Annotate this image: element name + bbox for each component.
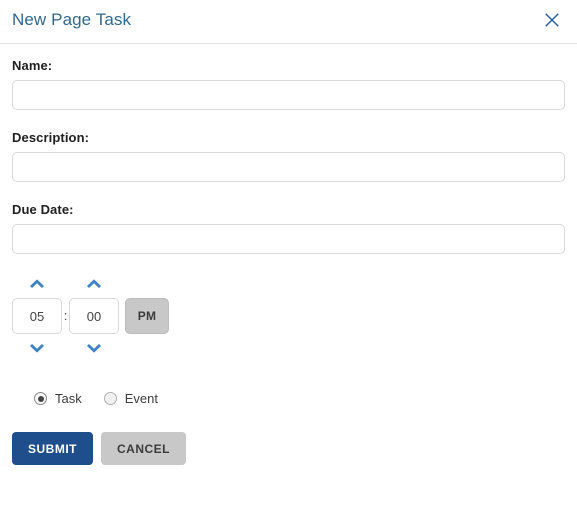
time-separator: : xyxy=(63,308,68,323)
radio-label-task: Task xyxy=(55,391,82,406)
close-x-icon xyxy=(542,10,562,30)
name-label: Name: xyxy=(12,58,53,73)
radio-unselected-icon xyxy=(103,392,117,405)
description-input[interactable] xyxy=(12,152,565,182)
radio-selected-icon xyxy=(34,392,47,405)
time-increment-row xyxy=(12,271,565,295)
task-type-radio-group: Task Event xyxy=(12,391,565,406)
hour-input[interactable] xyxy=(12,298,62,334)
minute-decrement-button[interactable] xyxy=(82,338,106,360)
close-button[interactable] xyxy=(539,7,565,33)
dialog-body: Name: Description: Due Date: 05: 00 PM … xyxy=(0,44,577,465)
due-date-input[interactable] xyxy=(12,224,565,254)
chevron-down-icon xyxy=(28,343,46,355)
minute-increment-button[interactable] xyxy=(82,272,106,294)
description-label: Description: xyxy=(12,130,90,145)
time-value-row: : PM xyxy=(12,298,565,334)
new-page-task-dialog: New Page Task Name: Description: Due Dat… xyxy=(0,0,577,511)
dialog-header: New Page Task xyxy=(0,0,577,44)
radio-option-event[interactable]: Event xyxy=(103,391,158,406)
radio-label-event: Event xyxy=(124,391,158,406)
page-title: New Page Task xyxy=(12,10,132,29)
cancel-button[interactable]: CANCEL xyxy=(101,432,186,465)
chevron-up-icon xyxy=(85,277,103,289)
minute-input[interactable] xyxy=(69,298,119,334)
meridiem-toggle-button[interactable]: PM xyxy=(125,298,169,334)
hour-decrement-button[interactable] xyxy=(25,338,49,360)
radio-option-task[interactable]: Task xyxy=(34,391,82,406)
name-input[interactable] xyxy=(12,80,565,110)
time-decrement-row xyxy=(12,337,565,361)
hour-increment-button[interactable] xyxy=(25,272,49,294)
chevron-down-icon xyxy=(85,343,103,355)
time-picker: : PM xyxy=(12,271,565,363)
chevron-up-icon xyxy=(28,277,46,289)
dialog-actions: SUBMIT CANCEL xyxy=(12,432,565,465)
due-date-label: Due Date: xyxy=(12,202,74,217)
submit-button[interactable]: SUBMIT xyxy=(12,432,93,465)
